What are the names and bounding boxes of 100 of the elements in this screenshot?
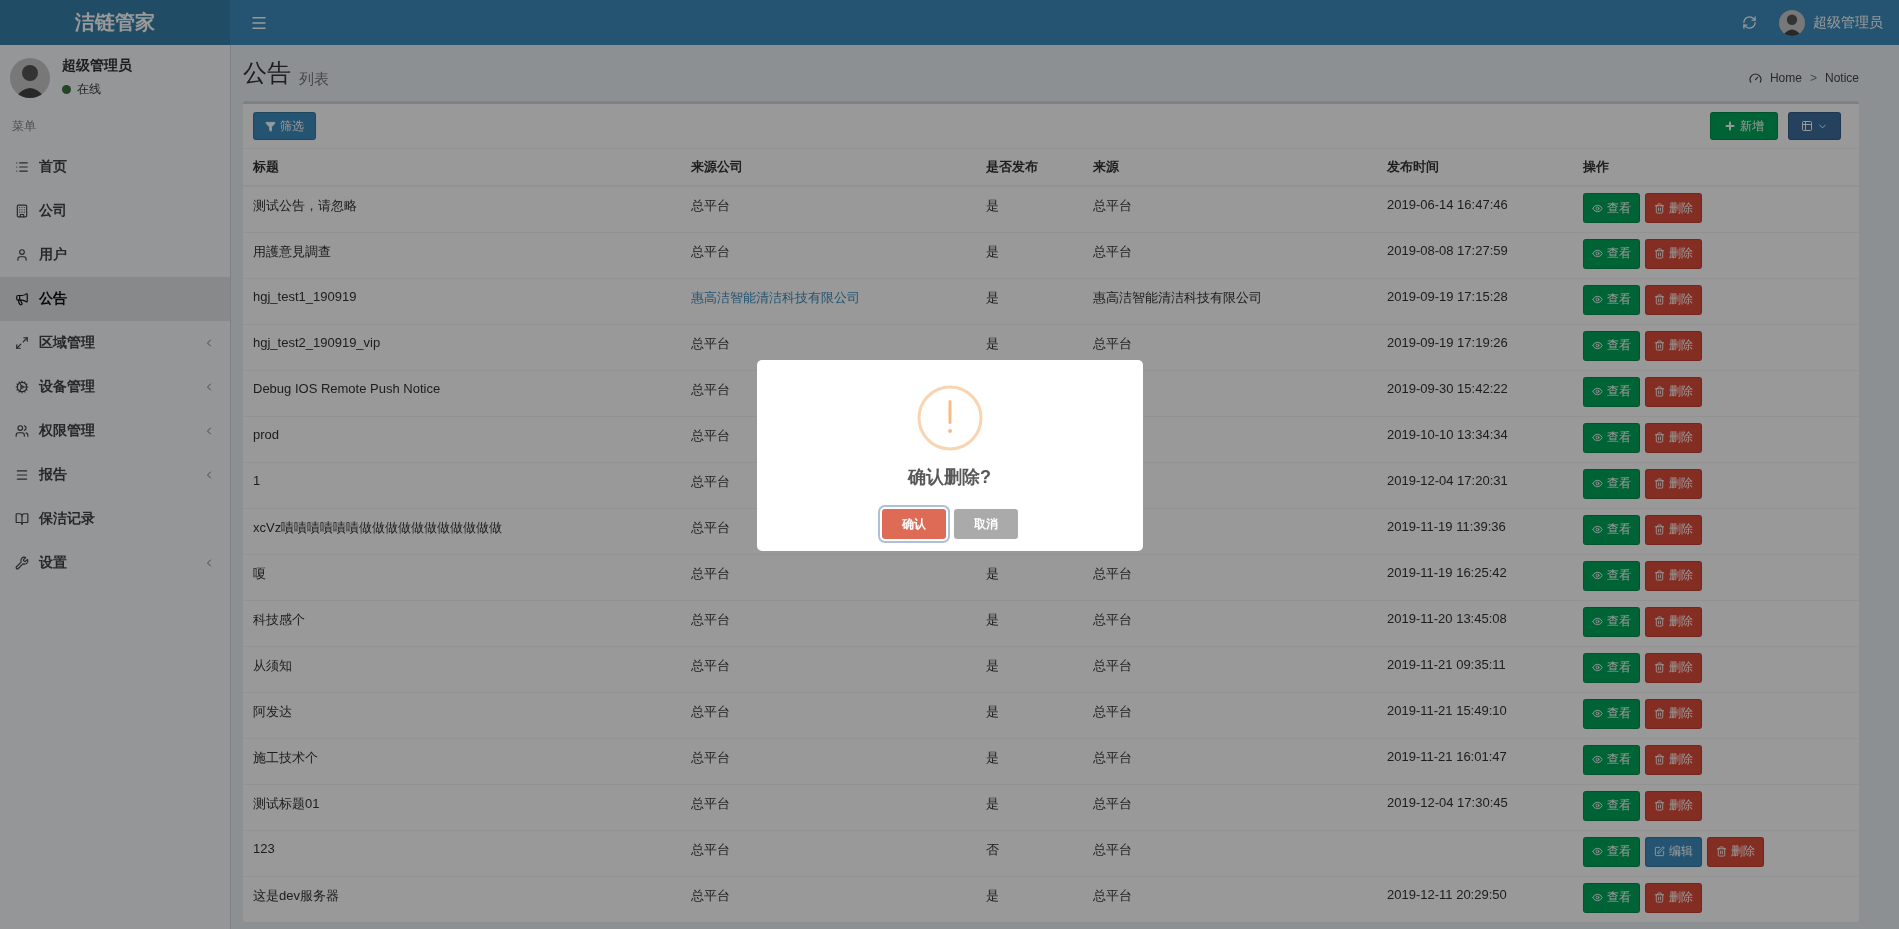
app-logo[interactable]: 洁链管家 [0,0,230,45]
view-button[interactable]: 查看 [1583,698,1640,729]
edit-icon [1654,846,1665,857]
view-button[interactable]: 查看 [1583,882,1640,913]
table-cell: 2019-12-04 17:30:45 [1377,784,1573,830]
trash-icon [1654,202,1665,214]
column-header: 标题 [243,149,681,186]
user-name[interactable]: 超级管理员 [1813,13,1883,32]
view-button[interactable]: 查看 [1583,836,1640,867]
delete-button[interactable]: 删除 [1645,238,1702,269]
table-cell: xcVz嘖嘖嘖嘖嘖嘖做做做做做做做做做做做 [243,508,681,554]
menu-header: 菜单 [11,118,37,135]
view-button[interactable]: 查看 [1583,238,1640,269]
view-button[interactable]: 查看 [1583,284,1640,315]
delete-button[interactable]: 删除 [1645,376,1702,407]
delete-button[interactable]: 删除 [1645,606,1702,637]
delete-button[interactable]: 删除 [1645,882,1702,913]
eye-icon [1592,708,1603,719]
sidebar-item[interactable]: 权限管理 [0,409,230,453]
view-button[interactable]: 查看 [1583,422,1640,453]
megaphone-icon [15,292,29,306]
delete-button[interactable]: 删除 [1645,422,1702,453]
view-button[interactable]: 查看 [1583,514,1640,545]
breadcrumb-link[interactable]: Notice [1825,71,1859,85]
table-cell: 总平台 [681,692,976,738]
status-text: 在线 [77,81,101,98]
delete-button[interactable]: 删除 [1645,560,1702,591]
view-button[interactable]: 查看 [1583,606,1640,637]
view-button[interactable]: 查看 [1583,652,1640,683]
table-cell: 2019-09-19 17:15:28 [1377,278,1573,324]
table-cell: 2019-09-19 17:19:26 [1377,324,1573,370]
column-header: 发布时间 [1377,149,1573,186]
delete-button[interactable]: 删除 [1645,284,1702,315]
table-cell: 是 [976,784,1083,830]
trash-icon [1654,432,1665,443]
trash-icon [1654,248,1665,259]
table-cell: 总平台 [1083,738,1377,784]
delete-button[interactable]: 删除 [1645,514,1702,545]
columns-button[interactable] [1788,112,1841,140]
table-cell: 总平台 [1083,784,1377,830]
add-button[interactable]: 新增 [1710,112,1778,140]
table-cell: 2019-11-21 16:01:47 [1377,738,1573,784]
wrench-icon [15,556,29,570]
edit-button[interactable]: 编辑 [1645,836,1702,867]
view-button[interactable]: 查看 [1583,193,1640,223]
table-cell: 2019-11-19 16:25:42 [1377,554,1573,600]
refresh-icon[interactable] [1742,15,1757,30]
sidebar-item[interactable]: 报告 [0,453,230,497]
trash-icon [1654,754,1665,765]
dashboard-icon [1748,71,1762,85]
users-icon [15,424,29,438]
trash-icon [1716,846,1727,857]
view-button[interactable]: 查看 [1583,330,1640,361]
view-button[interactable]: 查看 [1583,744,1640,775]
view-button[interactable]: 查看 [1583,560,1640,591]
delete-button[interactable]: 删除 [1645,652,1702,683]
view-button[interactable]: 查看 [1583,376,1640,407]
cancel-button[interactable]: 取消 [953,509,1018,539]
delete-button[interactable]: 删除 [1645,790,1702,821]
eye-icon [1592,616,1603,627]
building-icon [15,204,29,218]
sidebar-item[interactable]: 公告 [0,277,230,321]
sidebar-item[interactable]: 首页 [0,145,230,189]
delete-button[interactable]: 删除 [1645,468,1702,499]
sidebar-item[interactable]: 设置 [0,541,230,585]
eye-icon [1592,662,1603,673]
avatar [10,57,50,98]
delete-button[interactable]: 删除 [1645,744,1702,775]
delete-button[interactable]: 删除 [1645,193,1702,223]
table-cell: 是 [976,692,1083,738]
table-cell: 2019-12-04 17:20:31 [1377,462,1573,508]
eye-icon [1592,294,1603,305]
sidebar-item[interactable]: 保洁记录 [0,497,230,541]
delete-button[interactable]: 删除 [1707,836,1764,867]
sidebar-label: 用户 [39,246,67,264]
company-link[interactable]: 惠高洁智能清洁科技有限公司 [691,289,860,305]
sidebar-label: 首页 [39,158,67,176]
table-cell: 总平台 [681,232,976,278]
page-title: 公告 [243,58,291,88]
eye-icon [1592,570,1603,581]
table-cell: 总平台 [1083,232,1377,278]
delete-button[interactable]: 删除 [1645,330,1702,361]
filter-button[interactable]: 筛选 [253,112,316,140]
sidebar-item[interactable]: 区域管理 [0,321,230,365]
table-cell: 从须知 [243,646,681,692]
table-cell: 总平台 [681,876,976,922]
table-cell: 总平台 [681,738,976,784]
user-icon [15,248,29,262]
table-cell: 总平台 [1083,600,1377,646]
view-button[interactable]: 查看 [1583,790,1640,821]
delete-button[interactable]: 删除 [1645,698,1702,729]
breadcrumb-link[interactable]: Home [1769,71,1802,85]
trash-icon [1654,386,1665,397]
sidebar-item[interactable]: 设备管理 [0,365,230,409]
sidebar-item[interactable]: 公司 [0,189,230,233]
view-button[interactable]: 查看 [1583,468,1640,499]
sidebar-item[interactable]: 用户 [0,233,230,277]
table-cell: hgj_test2_190919_vip [243,324,681,370]
table-cell: 是 [976,554,1083,600]
menu-icon [15,468,29,482]
